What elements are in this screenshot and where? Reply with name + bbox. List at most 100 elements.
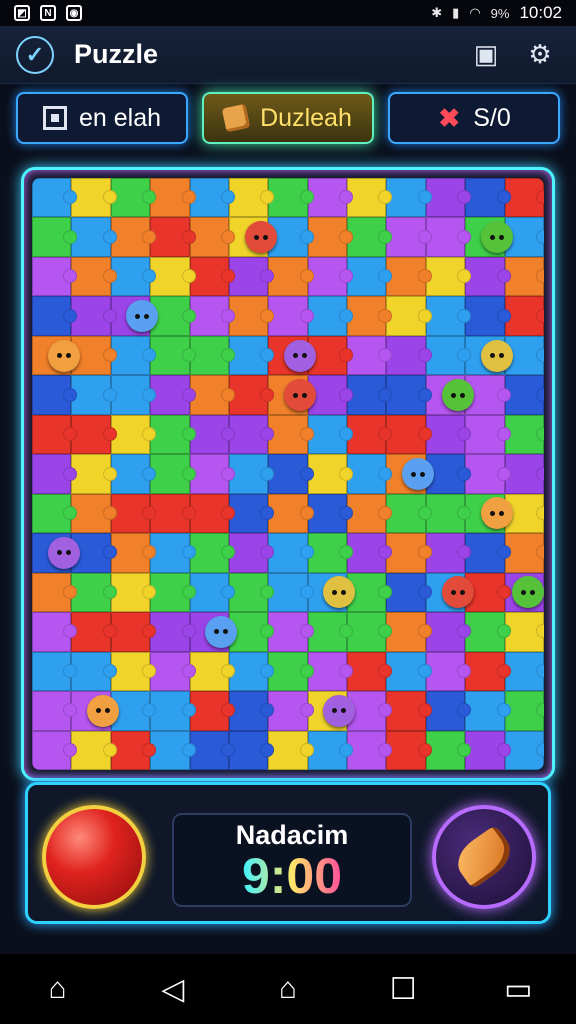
puzzle-piece[interactable] — [386, 414, 433, 455]
puzzle-piece[interactable] — [386, 256, 433, 297]
puzzle-piece[interactable] — [71, 296, 118, 336]
check-icon[interactable]: ✓ — [16, 35, 54, 74]
puzzle-piece[interactable] — [268, 612, 315, 652]
creature-token[interactable] — [441, 576, 474, 609]
puzzle-piece[interactable] — [32, 612, 78, 652]
puzzle-piece[interactable] — [150, 612, 196, 652]
power-up-button[interactable] — [432, 805, 536, 909]
creature-token[interactable] — [323, 694, 356, 727]
creature-token[interactable] — [244, 221, 277, 254]
puzzle-piece[interactable] — [150, 493, 196, 534]
puzzle-piece[interactable] — [150, 651, 196, 692]
puzzle-piece[interactable] — [150, 414, 196, 455]
puzzle-piece[interactable] — [32, 572, 78, 613]
puzzle-piece[interactable] — [71, 178, 118, 218]
puzzle-piece[interactable] — [386, 375, 433, 415]
puzzle-piece[interactable] — [150, 454, 196, 494]
red-action-button[interactable] — [42, 805, 146, 909]
gear-icon[interactable]: ⚙ — [520, 35, 560, 75]
puzzle-piece[interactable] — [386, 296, 433, 336]
puzzle-piece[interactable] — [465, 730, 512, 770]
puzzle-piece[interactable] — [71, 454, 118, 494]
puzzle-piece[interactable] — [386, 730, 433, 770]
puzzle-piece[interactable] — [71, 651, 118, 692]
puzzle-piece[interactable] — [32, 256, 78, 297]
creature-token[interactable] — [87, 694, 120, 727]
puzzle-piece[interactable] — [268, 533, 315, 573]
puzzle-piece[interactable] — [465, 612, 512, 652]
creature-token[interactable] — [284, 339, 316, 372]
puzzle-piece[interactable] — [32, 691, 78, 731]
home-button-icon[interactable]: ⌂ — [266, 967, 310, 1011]
puzzle-piece[interactable] — [150, 178, 196, 218]
creature-token[interactable] — [480, 221, 513, 254]
puzzle-piece[interactable] — [150, 730, 196, 770]
puzzle-piece[interactable] — [465, 533, 512, 573]
puzzle-piece[interactable] — [465, 256, 512, 297]
tab-0[interactable]: en elah — [16, 92, 188, 144]
puzzle-piece[interactable] — [386, 493, 433, 534]
puzzle-piece[interactable] — [32, 493, 78, 534]
puzzle-piece[interactable] — [465, 691, 512, 731]
puzzle-piece[interactable] — [71, 375, 118, 415]
puzzle-piece[interactable] — [32, 296, 78, 336]
creature-token[interactable] — [284, 379, 316, 412]
creature-token[interactable] — [205, 615, 238, 648]
puzzle-piece[interactable] — [268, 414, 315, 455]
puzzle-piece[interactable] — [150, 533, 196, 573]
puzzle-piece[interactable] — [465, 178, 512, 218]
puzzle-piece[interactable] — [268, 691, 315, 731]
puzzle-piece[interactable] — [465, 454, 512, 494]
puzzle-piece[interactable] — [465, 296, 512, 336]
puzzle-piece[interactable] — [268, 651, 315, 692]
puzzle-piece[interactable] — [268, 730, 315, 770]
puzzle-piece[interactable] — [347, 533, 393, 573]
puzzle-piece[interactable] — [150, 335, 196, 376]
puzzle-piece[interactable] — [386, 572, 433, 613]
puzzle-piece[interactable] — [32, 414, 78, 455]
puzzle-piece[interactable] — [465, 414, 512, 455]
screencast-icon[interactable]: ▭ — [496, 967, 540, 1011]
puzzle-piece[interactable] — [347, 178, 393, 218]
puzzle-piece[interactable] — [150, 572, 196, 613]
puzzle-piece[interactable] — [268, 572, 315, 613]
puzzle-piece[interactable] — [32, 178, 78, 218]
creature-token[interactable] — [47, 536, 80, 569]
tab-1[interactable]: Duzleah — [202, 92, 374, 144]
inbox-icon[interactable]: ▣ — [466, 35, 506, 75]
puzzle-piece[interactable] — [386, 691, 433, 731]
creature-token[interactable] — [441, 379, 474, 412]
puzzle-piece[interactable] — [32, 454, 78, 494]
puzzle-piece[interactable] — [386, 178, 433, 218]
creature-token[interactable] — [480, 339, 513, 372]
puzzle-piece[interactable] — [71, 612, 118, 652]
puzzle-piece[interactable] — [386, 335, 433, 376]
puzzle-piece[interactable] — [71, 493, 118, 534]
puzzle-piece[interactable] — [268, 296, 315, 336]
puzzle-piece[interactable] — [32, 375, 78, 415]
puzzle-piece[interactable] — [268, 256, 315, 297]
puzzle-board[interactable] — [32, 178, 544, 770]
puzzle-piece[interactable] — [32, 651, 78, 692]
puzzle-piece[interactable] — [71, 414, 118, 455]
puzzle-piece[interactable] — [386, 217, 433, 257]
puzzle-piece[interactable] — [386, 612, 433, 652]
puzzle-piece[interactable] — [268, 454, 315, 494]
puzzle-piece[interactable] — [268, 493, 315, 534]
puzzle-piece[interactable] — [465, 651, 512, 692]
recents-icon[interactable]: ☐ — [381, 967, 425, 1011]
tab-2[interactable]: ✖ S/0 — [388, 92, 560, 144]
home-icon[interactable]: ⌂ — [36, 967, 80, 1011]
puzzle-piece[interactable] — [71, 730, 118, 770]
creature-token[interactable] — [47, 339, 80, 372]
puzzle-piece[interactable] — [150, 375, 196, 415]
puzzle-piece[interactable] — [32, 730, 78, 770]
puzzle-piece[interactable] — [150, 691, 196, 731]
puzzle-piece[interactable] — [71, 572, 118, 613]
puzzle-piece[interactable] — [150, 256, 196, 297]
creature-token[interactable] — [402, 458, 435, 490]
puzzle-piece[interactable] — [347, 612, 393, 652]
puzzle-piece[interactable] — [150, 217, 196, 257]
back-icon[interactable]: ◁ — [151, 967, 195, 1011]
puzzle-piece[interactable] — [386, 651, 433, 692]
